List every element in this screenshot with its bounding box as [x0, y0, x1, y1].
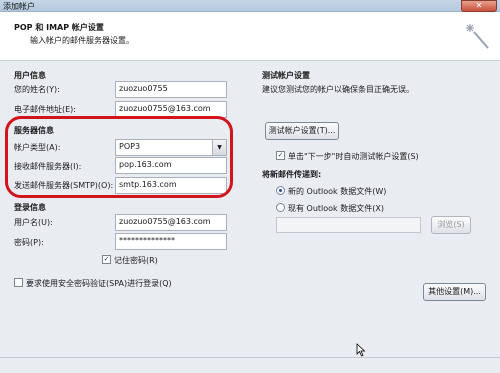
- auto-test-label: 单击"下一步"时自动测试帐户设置(S): [288, 152, 419, 161]
- data-file-path-field[interactable]: [276, 217, 421, 233]
- close-button[interactable]: ✕: [461, 0, 497, 12]
- name-label: 您的姓名(Y):: [14, 85, 60, 94]
- email-field[interactable]: zuozuo0755@163.com: [115, 101, 227, 118]
- outgoing-server-field[interactable]: smtp.163.com: [115, 177, 227, 194]
- login-info-heading: 登录信息: [14, 203, 46, 212]
- account-type-select[interactable]: POP3: [115, 139, 227, 156]
- spa-label: 要求使用安全密码验证(SPA)进行登录(Q): [26, 279, 172, 288]
- browse-button[interactable]: 浏览(S): [431, 216, 471, 234]
- account-type-label: 帐户类型(A):: [14, 143, 61, 152]
- remember-password-label: 记住密码(R): [114, 256, 158, 265]
- title-bar: 添加帐户: [0, 0, 500, 12]
- wizard-icon: [466, 24, 489, 49]
- chevron-down-icon[interactable]: ▼: [212, 140, 226, 155]
- more-settings-button[interactable]: 其他设置(M)...: [423, 283, 486, 301]
- footer-divider: [0, 357, 500, 358]
- incoming-server-field[interactable]: pop.163.com: [115, 157, 227, 174]
- user-info-heading: 用户信息: [14, 71, 46, 80]
- password-label: 密码(P):: [14, 238, 44, 247]
- test-settings-desc: 建议您测试您的帐户以确保条目正确无误。: [262, 85, 414, 94]
- test-account-button[interactable]: 测试帐户设置(T)...: [265, 122, 339, 140]
- username-label: 用户名(U):: [14, 218, 53, 227]
- new-data-file-label: 新的 Outlook 数据文件(W): [288, 187, 387, 196]
- username-field[interactable]: zuozuo0755@163.com: [115, 214, 227, 231]
- outgoing-server-label: 发送邮件服务器(SMTP)(O):: [14, 181, 114, 190]
- test-settings-heading: 测试帐户设置: [262, 71, 310, 80]
- name-field[interactable]: zuozuo0755: [115, 81, 227, 98]
- existing-data-file-radio[interactable]: [276, 203, 285, 212]
- wizard-header: POP 和 IMAP 帐户设置 输入帐户的邮件服务器设置。: [0, 12, 500, 61]
- password-field[interactable]: **************: [115, 233, 227, 250]
- incoming-server-label: 接收邮件服务器(I):: [14, 162, 82, 171]
- mouse-cursor-icon: [356, 343, 366, 357]
- new-data-file-radio[interactable]: [276, 186, 285, 195]
- page-subtitle: 输入帐户的邮件服务器设置。: [30, 36, 134, 45]
- spa-checkbox[interactable]: [14, 278, 23, 287]
- page-title: POP 和 IMAP 帐户设置: [14, 23, 104, 32]
- existing-data-file-label: 现有 Outlook 数据文件(X): [288, 204, 384, 213]
- auto-test-checkbox[interactable]: ✓: [276, 151, 285, 160]
- email-label: 电子邮件地址(E):: [14, 105, 76, 114]
- delivery-heading: 将新邮件传递到:: [262, 170, 322, 179]
- window-title: 添加帐户: [3, 2, 35, 11]
- server-info-heading: 服务器信息: [14, 126, 54, 135]
- remember-password-checkbox[interactable]: ✓: [102, 255, 111, 264]
